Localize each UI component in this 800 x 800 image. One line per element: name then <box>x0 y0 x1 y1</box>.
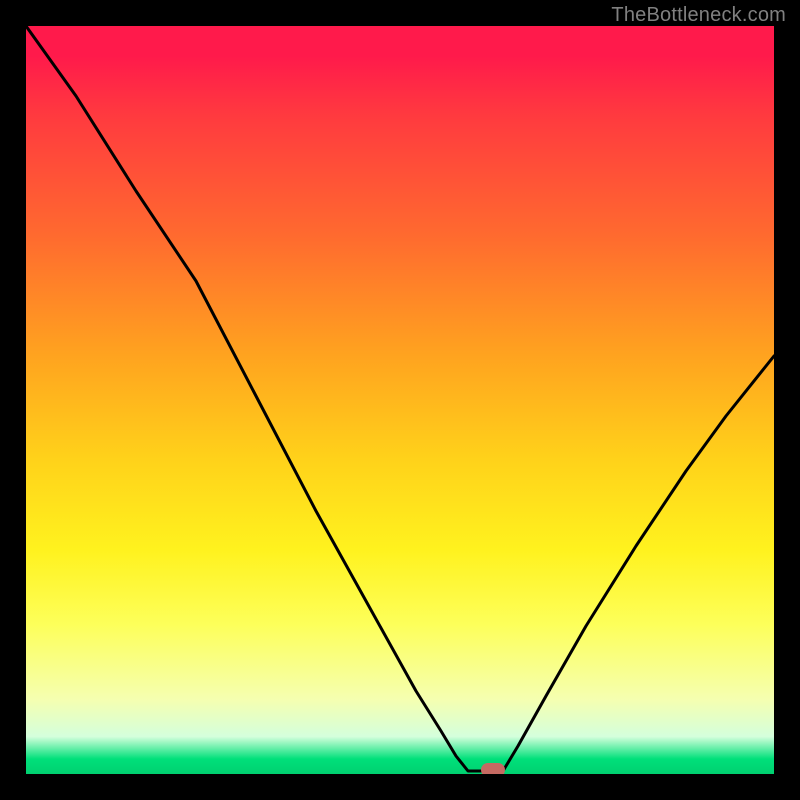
bottleneck-marker <box>481 763 505 774</box>
watermark-text: TheBottleneck.com <box>611 4 786 27</box>
bottleneck-curve <box>26 26 774 774</box>
chart-stage: TheBottleneck.com <box>0 0 800 800</box>
curve-path <box>26 26 774 771</box>
plot-area <box>26 26 774 774</box>
